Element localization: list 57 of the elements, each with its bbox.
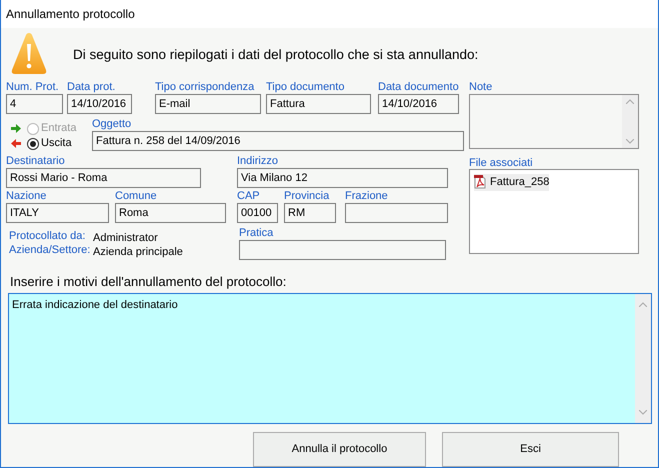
radio-label: Entrata: [41, 121, 76, 136]
warning-icon: [11, 31, 47, 75]
field-label: Indirizzo: [237, 155, 278, 167]
radio-label: Uscita: [41, 136, 72, 152]
info-label: Azienda/Settore:: [9, 244, 92, 258]
text-field[interactable]: Via Milano 12: [237, 168, 448, 188]
field-label: Num. Prot.: [6, 81, 59, 93]
scrollbar[interactable]: [635, 294, 651, 422]
pdf-file-icon: [474, 175, 486, 190]
text-field[interactable]: Roma: [115, 203, 226, 223]
radio-button[interactable]: [27, 138, 39, 150]
message-text: Di seguito sono riepilogati i dati del protocollo che si sta annullando:: [73, 46, 478, 64]
scroll-down-icon[interactable]: [639, 410, 647, 414]
text-field[interactable]: 14/10/2016: [378, 94, 459, 114]
scroll-up-icon[interactable]: [639, 302, 647, 306]
text-field[interactable]: 00100: [237, 203, 278, 223]
scroll-down-icon[interactable]: [626, 139, 634, 144]
info-value: Administrator: [93, 231, 158, 244]
reason-label: Inserire i motivi dell'annullamento del protocollo:: [10, 273, 288, 291]
right-arrow-icon: [11, 124, 21, 133]
field-label: Pratica: [239, 227, 274, 239]
field-label: Comune: [115, 190, 157, 202]
file-item[interactable]: Fattura_258: [474, 174, 550, 190]
field-label: Destinatario: [6, 155, 65, 167]
scrollbar[interactable]: [622, 95, 638, 148]
field-label: Note: [469, 81, 492, 93]
notes-field[interactable]: [469, 94, 639, 149]
text-field[interactable]: E-mail: [155, 94, 261, 114]
field-label: Tipo documento: [266, 81, 344, 93]
reason-text-area[interactable]: Errata indicazione del destinatario: [8, 292, 652, 424]
dialog-button[interactable]: Esci: [442, 432, 619, 466]
text-field[interactable]: Fattura: [266, 94, 371, 114]
text-field[interactable]: Fattura n. 258 del 14/09/2016: [92, 131, 464, 151]
field-label: Frazione: [345, 190, 388, 202]
text-field[interactable]: 14/10/2016: [67, 94, 132, 114]
field-label: Data documento: [378, 81, 459, 93]
text-field[interactable]: Rossi Mario - Roma: [6, 168, 201, 188]
field-label: Oggetto: [92, 118, 132, 130]
field-label: File associati: [469, 157, 533, 169]
field-label: Nazione: [6, 190, 46, 202]
reason-text: Errata indicazione del destinatario: [12, 298, 178, 310]
text-field[interactable]: [239, 240, 446, 260]
field-label: Tipo corrispondenza: [155, 81, 254, 93]
dialog-button[interactable]: Annulla il protocollo: [253, 432, 426, 466]
file-name: Fattura_258: [490, 175, 550, 190]
text-field[interactable]: [345, 203, 448, 223]
info-label: Protocollato da:: [9, 230, 86, 244]
info-value: Azienda principale: [93, 245, 183, 258]
field-label: Provincia: [284, 190, 330, 202]
window-title: Annullamento protocollo: [6, 6, 135, 23]
text-field[interactable]: 4: [6, 94, 63, 114]
scroll-up-icon[interactable]: [626, 99, 634, 104]
field-label: CAP: [237, 190, 260, 202]
left-arrow-icon: [11, 139, 21, 148]
field-label: Data prot.: [67, 81, 116, 93]
text-field[interactable]: RM: [284, 203, 336, 223]
text-field[interactable]: ITALY: [6, 203, 109, 223]
